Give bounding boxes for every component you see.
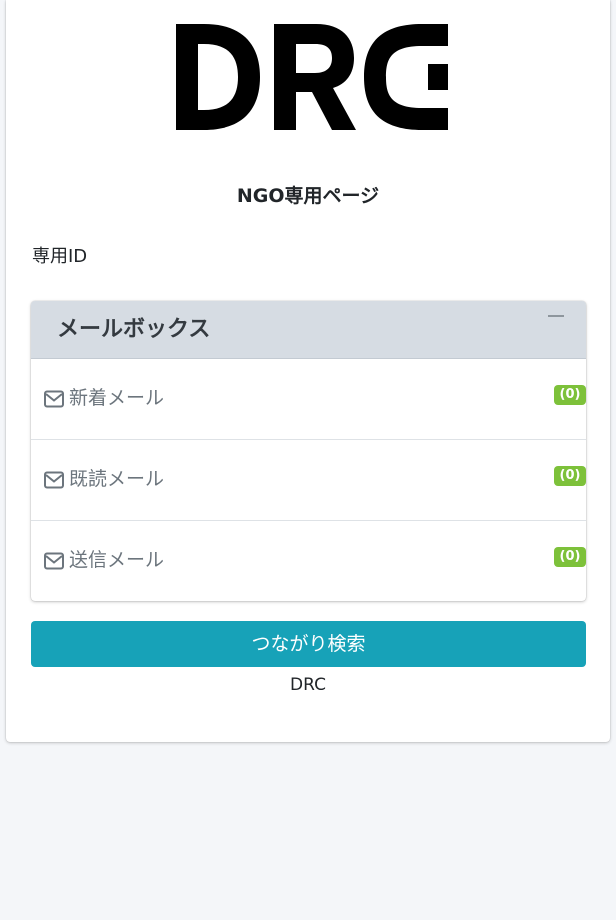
count-badge: (0)	[554, 385, 586, 405]
page-title: NGO専用ページ	[236, 185, 380, 207]
mailbox-item-label: 送信メール	[69, 549, 165, 571]
mailbox-item-sent[interactable]: 送信メール (0)	[31, 521, 586, 601]
id-label: 専用ID	[32, 246, 88, 267]
mailbox-item-new[interactable]: 新着メール (0)	[31, 359, 586, 440]
connection-search-button[interactable]: つながり検索	[31, 621, 586, 667]
envelope-icon	[44, 552, 64, 570]
count-badge: (0)	[554, 547, 586, 567]
mailbox-item-read[interactable]: 既読メール (0)	[31, 440, 586, 521]
envelope-icon	[44, 390, 64, 408]
footer-text: DRC	[290, 675, 326, 695]
minus-icon[interactable]	[548, 309, 564, 325]
drc-logo	[176, 24, 448, 130]
envelope-icon	[44, 471, 64, 489]
count-badge: (0)	[554, 466, 586, 486]
main-card: NGO専用ページ 専用ID メールボックス 新着メール (0) 既読メール (0…	[6, 0, 610, 742]
mailbox-item-label: 新着メール	[69, 387, 165, 409]
mailbox-title: メールボックス	[57, 317, 211, 342]
mailbox-panel: メールボックス 新着メール (0) 既読メール (0) 送信メール (0)	[31, 301, 586, 601]
mailbox-item-label: 既読メール	[69, 468, 165, 490]
mailbox-header: メールボックス	[31, 301, 586, 359]
